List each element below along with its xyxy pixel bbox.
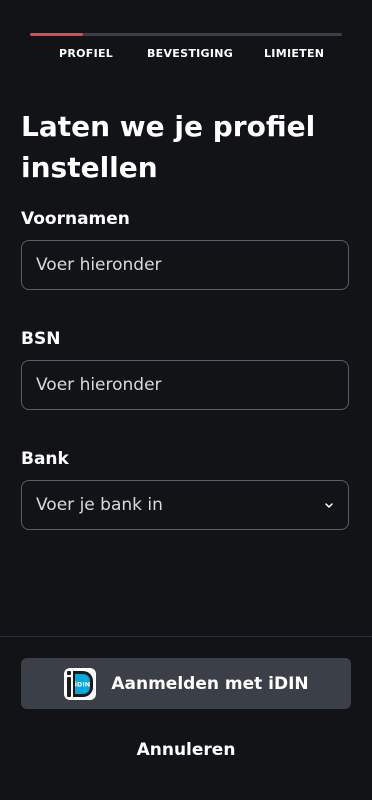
idin-logo-text: iDIN — [75, 680, 90, 688]
progress-track — [30, 33, 342, 36]
idin-logo-icon: iDIN — [64, 667, 97, 700]
footer-divider — [0, 636, 372, 637]
page-title-line-2: instellen — [21, 151, 158, 184]
bank-select-placeholder: Voer je bank in — [36, 495, 163, 515]
first-names-label: Voornamen — [21, 209, 130, 229]
first-names-field-box — [21, 240, 349, 290]
profile-setup-screen: PROFIEL BEVESTIGING LIMIETEN Laten we je… — [0, 0, 372, 800]
bank-select[interactable]: Voer je bank in — [21, 480, 349, 530]
step-limieten: LIMIETEN — [264, 47, 325, 60]
stepper: PROFIEL BEVESTIGING LIMIETEN — [0, 47, 372, 61]
idin-login-button[interactable]: iDIN Aanmelden met iDIN — [21, 658, 351, 709]
bsn-label: BSN — [21, 329, 61, 349]
page-title-line-1: Laten we je profiel — [21, 110, 316, 143]
chevron-down-icon — [324, 500, 334, 510]
bsn-input[interactable] — [22, 361, 348, 409]
cancel-button[interactable]: Annuleren — [0, 740, 372, 760]
bank-label: Bank — [21, 449, 69, 469]
first-names-input[interactable] — [22, 241, 348, 289]
idin-button-label: Aanmelden met iDIN — [111, 673, 309, 694]
step-profiel: PROFIEL — [59, 47, 114, 60]
page-title: Laten we je profiel instellen — [21, 106, 351, 188]
step-bevestiging: BEVESTIGING — [147, 47, 234, 60]
progress-fill — [30, 33, 84, 36]
bsn-field-box — [21, 360, 349, 410]
